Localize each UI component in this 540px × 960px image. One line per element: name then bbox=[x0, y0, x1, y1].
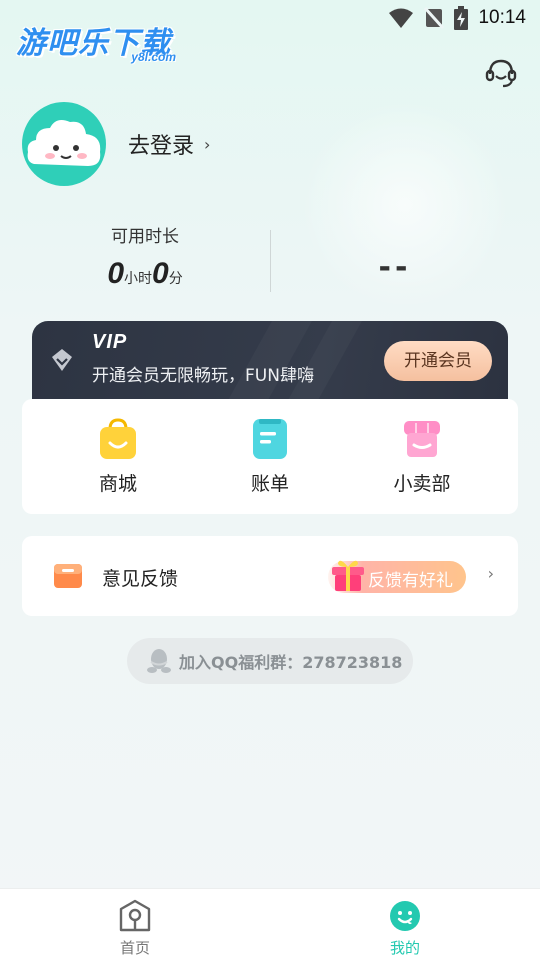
minutes-value: 0 bbox=[152, 257, 169, 290]
feedback-badge-text: 反馈有好礼 bbox=[368, 571, 453, 591]
battery-charging-icon bbox=[454, 6, 469, 30]
login-link[interactable]: 去登录 › bbox=[128, 128, 210, 160]
status-time: 10:14 bbox=[478, 7, 526, 28]
chevron-right-icon: › bbox=[204, 134, 211, 154]
menu-label-store: 小卖部 bbox=[393, 473, 451, 495]
stat-divider bbox=[270, 230, 271, 292]
hours-value: 0 bbox=[107, 257, 124, 290]
nav-home-label: 首页 bbox=[119, 939, 150, 957]
shopping-bag-icon bbox=[100, 418, 136, 459]
hours-unit: 小时 bbox=[124, 271, 152, 287]
vip-description: 开通会员无限畅玩，FUN肆嗨 bbox=[92, 366, 314, 386]
secondary-stat-value: -- bbox=[378, 250, 412, 285]
vip-title: VIP bbox=[92, 331, 128, 353]
feedback-reward-badge: 反馈有好礼 bbox=[328, 560, 466, 593]
nav-mine-label: 我的 bbox=[389, 939, 420, 957]
vip-card[interactable]: VIP 开通会员无限畅玩，FUN肆嗨 开通会员 bbox=[32, 321, 508, 411]
status-icons: 10:14 bbox=[388, 6, 526, 30]
avatar[interactable] bbox=[22, 102, 106, 186]
bottom-navigation: 首页 我的 bbox=[0, 888, 540, 960]
duration-value: 0小时0分 bbox=[60, 257, 230, 291]
qq-group-text: 加入QQ福利群：278723818 bbox=[179, 653, 403, 672]
duration-label: 可用时长 bbox=[111, 227, 179, 247]
feedback-label: 意见反馈 bbox=[102, 568, 179, 590]
nav-home[interactable]: 首页 bbox=[95, 899, 175, 958]
nav-mine[interactable]: 我的 bbox=[365, 899, 445, 958]
minutes-unit: 分 bbox=[168, 271, 183, 287]
menu-card: 商城 账单 小卖部 bbox=[22, 399, 518, 514]
chevron-right-icon: › bbox=[487, 564, 494, 583]
menu-item-mall[interactable]: 商城 bbox=[58, 417, 178, 496]
feedback-row[interactable]: 意见反馈 反馈有好礼 › bbox=[22, 536, 518, 616]
home-icon bbox=[119, 899, 151, 932]
store-icon bbox=[404, 421, 440, 457]
bill-icon bbox=[253, 419, 287, 459]
qq-penguin-icon bbox=[147, 649, 171, 673]
menu-item-bill[interactable]: 账单 bbox=[210, 417, 330, 496]
feedback-icon bbox=[54, 564, 82, 588]
logo-subtext: y8l.com bbox=[131, 50, 176, 64]
menu-label-bill: 账单 bbox=[250, 473, 289, 495]
diamond-icon bbox=[52, 349, 72, 371]
app-logo: 游吧乐下载 y8l.com bbox=[16, 18, 186, 68]
wifi-icon bbox=[389, 8, 414, 28]
customer-service-icon[interactable] bbox=[484, 56, 518, 90]
mine-face-icon bbox=[390, 901, 420, 931]
gift-icon bbox=[332, 560, 364, 591]
login-label: 去登录 bbox=[128, 134, 195, 159]
cloud-mascot-icon bbox=[27, 120, 101, 166]
menu-item-store[interactable]: 小卖部 bbox=[362, 417, 482, 496]
qq-group-banner[interactable]: 加入QQ福利群：278723818 bbox=[127, 638, 413, 684]
duration-stat: 可用时长 0小时0分 bbox=[60, 222, 230, 291]
no-signal-icon bbox=[424, 7, 445, 29]
open-membership-button[interactable]: 开通会员 bbox=[384, 341, 492, 381]
menu-label-mall: 商城 bbox=[98, 473, 137, 495]
